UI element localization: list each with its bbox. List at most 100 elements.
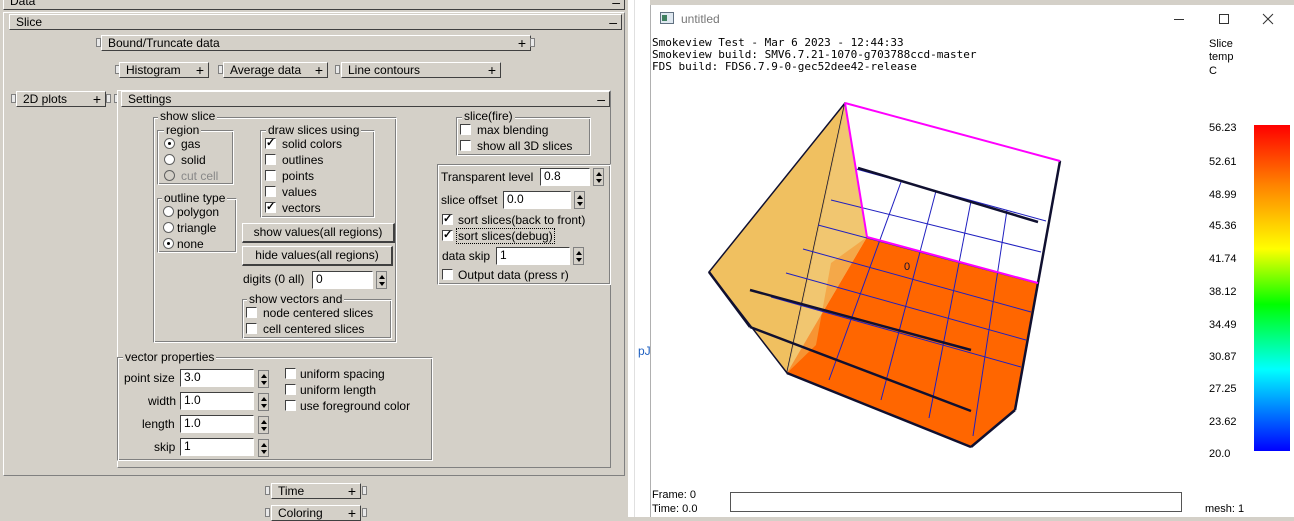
points-label: points	[282, 169, 315, 183]
histogram-rollout[interactable]: Histogram +	[119, 62, 209, 78]
slice-rollout-header[interactable]: Slice –	[9, 14, 622, 30]
outline-type-title: outline type	[162, 191, 228, 205]
expand-icon[interactable]: +	[315, 63, 323, 77]
colorbar-label: 52.61	[1209, 156, 1237, 168]
outline-triangle-radio[interactable]	[163, 222, 174, 233]
outlines-label: outlines	[282, 153, 324, 167]
expand-icon[interactable]: +	[488, 63, 496, 77]
uniform-spacing-checkbox[interactable]	[285, 368, 296, 379]
length-input[interactable]: 1.0	[180, 415, 254, 433]
digits-spinner[interactable]	[376, 271, 387, 289]
slice-header-label: Slice	[16, 15, 43, 29]
digits-input[interactable]: 0	[312, 271, 373, 289]
2d-plots-rollout[interactable]: 2D plots +	[16, 91, 106, 107]
collapse-icon[interactable]: –	[597, 92, 605, 106]
data-skip-input[interactable]: 1	[496, 247, 570, 265]
time-label: Time: 0.0	[652, 503, 698, 515]
points-checkbox[interactable]	[265, 170, 276, 181]
length-spinner[interactable]	[258, 416, 269, 434]
sort-back-to-front-checkbox[interactable]: ✓	[442, 214, 453, 225]
time-progress-bar[interactable]	[730, 492, 1182, 512]
show-all-3d-label: show all 3D slices	[477, 139, 573, 153]
colorbar-label: 38.12	[1209, 286, 1237, 298]
time-rollout[interactable]: Time +	[271, 483, 361, 499]
outline-polygon-label: polygon	[177, 205, 220, 219]
colorbar-label: 30.87	[1209, 351, 1237, 363]
region-solid-radio[interactable]	[164, 154, 175, 165]
data-rollout-header[interactable]: Data –	[3, 0, 625, 10]
expand-icon[interactable]: +	[518, 36, 526, 50]
skip-spinner[interactable]	[258, 439, 269, 457]
grip-icon	[362, 486, 367, 495]
max-blending-checkbox[interactable]	[460, 124, 471, 135]
uniform-length-label: uniform length	[300, 383, 377, 397]
show-all-3d-checkbox[interactable]	[460, 140, 471, 151]
collapse-icon[interactable]: –	[609, 15, 617, 29]
width-label: width	[148, 394, 177, 408]
slice-offset-spinner[interactable]	[574, 191, 585, 209]
region-cut-cell-label: cut cell	[181, 169, 219, 183]
slice-fire-title: slice(fire)	[462, 109, 515, 123]
colorbar-label: 45.36	[1209, 220, 1237, 232]
bound-truncate-label: Bound/Truncate data	[108, 36, 220, 50]
expand-icon[interactable]: +	[93, 92, 101, 106]
2d-plots-label: 2D plots	[23, 92, 68, 106]
max-blending-label: max blending	[477, 123, 549, 137]
point-size-spinner[interactable]	[258, 370, 269, 388]
hide-values-button[interactable]: hide values(all regions)	[242, 246, 393, 266]
show-values-button[interactable]: show values(all regions)	[242, 223, 395, 243]
outline-none-radio[interactable]	[163, 238, 174, 249]
point-size-input[interactable]: 3.0	[180, 369, 254, 387]
sort-back-to-front-label: sort slices(back to front)	[458, 213, 586, 227]
expand-icon[interactable]: +	[196, 63, 204, 77]
expand-icon[interactable]: +	[348, 506, 356, 520]
collapse-icon[interactable]: –	[612, 0, 620, 9]
output-data-label: Output data (press r)	[458, 268, 569, 282]
cell-centered-label: cell centered slices	[263, 322, 365, 336]
vectors-checkbox[interactable]: ✓	[265, 202, 276, 213]
region-gas-radio[interactable]	[164, 138, 175, 149]
settings-rollout-header[interactable]: Settings –	[121, 91, 610, 107]
values-checkbox[interactable]	[265, 186, 276, 197]
solid-colors-checkbox[interactable]: ✓	[265, 138, 276, 149]
output-data-checkbox[interactable]	[442, 269, 453, 280]
slice-offset-input[interactable]: 0.0	[503, 191, 571, 209]
coloring-rollout[interactable]: Coloring +	[271, 505, 361, 521]
values-label: values	[282, 185, 317, 199]
width-spinner[interactable]	[258, 393, 269, 411]
smokeview-window: untitled Smokeview Test - Mar 6 2023 - 1…	[650, 5, 1294, 517]
bound-truncate-rollout[interactable]: Bound/Truncate data +	[101, 35, 531, 51]
skip-input[interactable]: 1	[180, 438, 254, 456]
line-contours-rollout[interactable]: Line contours +	[341, 62, 501, 78]
average-data-rollout[interactable]: Average data +	[223, 62, 328, 78]
width-input[interactable]: 1.0	[180, 392, 254, 410]
use-foreground-color-checkbox[interactable]	[285, 400, 296, 411]
colorbar-label: 41.74	[1209, 253, 1237, 265]
sort-debug-checkbox[interactable]: ✓	[442, 230, 453, 241]
uniform-length-checkbox[interactable]	[285, 384, 296, 395]
skip-label: skip	[154, 440, 176, 454]
slice-dialog-panel: Data – Slice – Bound/Truncate data + His…	[0, 0, 628, 521]
vectors-label: vectors	[282, 201, 321, 215]
transparent-level-label: Transparent level	[441, 170, 534, 184]
region-cut-cell-radio[interactable]	[164, 170, 175, 181]
show-vectors-title: show vectors and	[247, 292, 345, 306]
cell-centered-checkbox[interactable]	[246, 323, 257, 334]
transparent-level-input[interactable]: 0.8	[540, 168, 590, 186]
outlines-checkbox[interactable]	[265, 154, 276, 165]
colorbar-title-2: temp	[1209, 51, 1234, 63]
data-skip-spinner[interactable]	[573, 247, 584, 265]
expand-icon[interactable]: +	[348, 484, 356, 498]
colorbar-title-3: C	[1209, 65, 1217, 77]
scene-3d[interactable]: 0	[651, 5, 1294, 517]
colorbar-label: 56.23	[1209, 122, 1237, 134]
outline-polygon-radio[interactable]	[163, 206, 174, 217]
transparent-level-spinner[interactable]	[593, 168, 604, 186]
colorbar-label: 27.25	[1209, 383, 1237, 395]
node-centered-checkbox[interactable]	[246, 307, 257, 318]
frame-label: Frame: 0	[652, 489, 697, 501]
grip-icon	[362, 508, 367, 517]
grip-icon	[335, 65, 340, 74]
colorbar-label: 34.49	[1209, 319, 1237, 331]
colorbar-label: 20.0	[1209, 448, 1231, 460]
